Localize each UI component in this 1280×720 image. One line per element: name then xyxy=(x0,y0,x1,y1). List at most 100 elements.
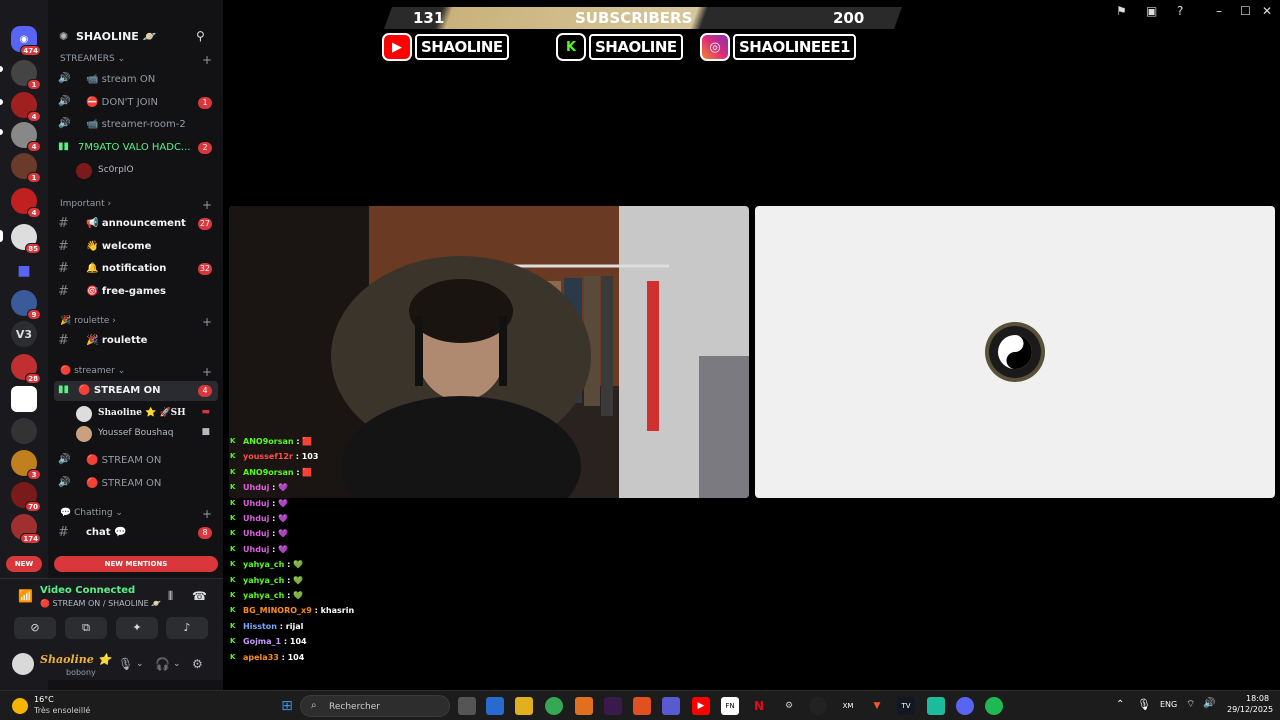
brave-icon[interactable]: ▼ xyxy=(868,697,886,715)
home-button[interactable]: ◉ 474 xyxy=(11,26,41,56)
chevron-down-icon[interactable]: ⌄ xyxy=(173,659,181,669)
voice-status[interactable]: Video Connected xyxy=(40,585,135,596)
app-icon[interactable] xyxy=(575,697,593,715)
voice-channel-dont-join[interactable]: 🔊 ⛔ DON'T JOIN 1 xyxy=(54,93,218,113)
weather-sun-icon[interactable] xyxy=(12,698,28,714)
app-icon[interactable] xyxy=(604,697,622,715)
app-icon[interactable] xyxy=(633,697,651,715)
netflix-icon[interactable]: N xyxy=(750,697,768,715)
voice-channel-stream-on-2[interactable]: 🔊 🔴 STREAM ON xyxy=(54,451,218,471)
server-icon-shaoline[interactable]: 85 xyxy=(11,224,41,254)
text-channel-announcement[interactable]: # 📢 announcement 27 xyxy=(54,214,218,234)
minimize-icon[interactable]: – xyxy=(1216,4,1222,18)
server-header[interactable]: ✺ SHAOLINE 🪐 ⌄ ⚲ xyxy=(48,24,223,50)
app-icon[interactable]: ⚙ xyxy=(780,697,798,715)
task-view-icon[interactable] xyxy=(458,697,476,715)
signal-icon[interactable]: 📶 xyxy=(18,589,33,603)
category-streamers[interactable]: STREAMERS ⌄ xyxy=(60,54,125,68)
avatar[interactable] xyxy=(12,653,34,675)
headphones-icon[interactable]: 🎧 xyxy=(155,657,170,671)
add-channel-icon[interactable]: + xyxy=(202,53,212,67)
chevron-up-icon[interactable]: ⌃ xyxy=(1116,699,1124,710)
close-icon[interactable]: ✕ xyxy=(1262,4,1272,18)
taskbar-search[interactable]: ⌕ Rechercher xyxy=(300,695,450,717)
category-roulette[interactable]: 🎉 roulette › xyxy=(60,316,116,330)
microphone-icon[interactable]: 🎙 xyxy=(1137,698,1151,711)
disconnect-icon[interactable]: ☎ xyxy=(192,589,207,603)
text-channel-notification[interactable]: # 🔔 notification 32 xyxy=(54,259,218,279)
voice-member-youssef[interactable]: Youssef Boushaq ■ xyxy=(76,425,216,443)
server-icon[interactable] xyxy=(11,418,37,444)
flag-icon[interactable]: ⚑ xyxy=(1116,4,1127,18)
server-icon[interactable]: 174 xyxy=(11,514,41,544)
chrome-icon[interactable] xyxy=(545,697,563,715)
server-icon[interactable]: 1 xyxy=(11,60,41,90)
server-icon[interactable]: 1 xyxy=(11,153,41,183)
app-icon[interactable]: XM xyxy=(839,697,857,715)
inbox-icon[interactable]: ▣ xyxy=(1146,4,1157,18)
server-icon-v3[interactable]: V3 xyxy=(11,321,37,347)
tradingview-icon[interactable]: TV xyxy=(897,697,915,715)
maximize-icon[interactable]: ☐ xyxy=(1240,4,1251,18)
folder-icon[interactable]: ■ xyxy=(11,258,37,284)
screen-share-tile[interactable] xyxy=(755,206,1275,498)
voice-channel-valo[interactable]: ▮▮ 7M9ATO VALO HADC... 2 xyxy=(54,138,218,158)
server-icon[interactable]: 4 xyxy=(11,122,41,152)
add-channel-icon[interactable]: + xyxy=(202,198,212,212)
new-mentions-pill[interactable]: NEW MENTIONS xyxy=(54,556,218,572)
voice-channel-stream-on[interactable]: 🔊 📹 stream ON xyxy=(54,70,218,90)
voice-member-shaoline[interactable]: Shaoline ⭐ 🚀SH ▬ xyxy=(76,405,216,423)
voice-channel-stream-on-3[interactable]: 🔊 🔴 STREAM ON xyxy=(54,474,218,494)
camera-off-button[interactable]: ⊘ xyxy=(14,617,56,639)
youtube-icon[interactable]: ▶ xyxy=(692,697,710,715)
file-explorer-icon[interactable] xyxy=(515,697,533,715)
server-icon[interactable]: 4 xyxy=(11,188,41,218)
add-channel-icon[interactable]: + xyxy=(202,365,212,379)
voice-member[interactable]: Sc0rpIO xyxy=(76,162,216,180)
server-icon[interactable]: 9 xyxy=(11,290,41,320)
category-streamer[interactable]: 🔴 streamer ⌄ xyxy=(60,366,125,380)
wifi-icon[interactable]: ⌔ xyxy=(1186,698,1195,711)
server-icon[interactable]: 28 xyxy=(11,354,41,384)
server-icon[interactable] xyxy=(11,386,37,412)
voice-channel-path[interactable]: 🔴 STREAM ON / SHAOLINE 🪐 xyxy=(40,599,161,608)
chevron-down-icon[interactable]: ⌄ xyxy=(136,659,144,669)
noise-suppression-icon[interactable]: ⫴ xyxy=(168,589,173,604)
server-icon[interactable]: 4 xyxy=(11,92,41,122)
app-icon[interactable] xyxy=(809,697,827,715)
text-channel-free-games[interactable]: # 🎯 free-games xyxy=(54,282,218,302)
app-icon[interactable]: FN xyxy=(721,697,739,715)
voice-channel-streamer-room[interactable]: 🔊 📹 streamer-room-2 xyxy=(54,115,218,135)
server-icon[interactable]: 3 xyxy=(11,450,41,480)
discord-icon[interactable] xyxy=(956,697,974,715)
server-icon[interactable]: 70 xyxy=(11,482,41,512)
add-channel-icon[interactable]: + xyxy=(202,315,212,329)
windows-start-icon[interactable]: ⊞ xyxy=(278,697,296,715)
clock-date[interactable]: 29/12/2025 xyxy=(1227,705,1273,714)
screen-share-button[interactable]: ⧉ xyxy=(65,617,107,639)
copilot-icon[interactable] xyxy=(486,697,504,715)
text-channel-chat[interactable]: # chat 💬 8 xyxy=(54,523,218,543)
weather-desc[interactable]: Très ensoleillé xyxy=(34,706,90,715)
new-pill[interactable]: NEW xyxy=(6,556,42,572)
category-important[interactable]: Important › xyxy=(60,199,111,213)
spotify-icon[interactable] xyxy=(985,697,1003,715)
settings-gear-icon[interactable]: ⚙ xyxy=(192,657,203,671)
soundboard-button[interactable]: ♪ xyxy=(166,617,208,639)
microphone-icon[interactable]: 🎙 xyxy=(118,657,133,671)
clock-time[interactable]: 18:08 xyxy=(1246,694,1269,703)
text-channel-welcome[interactable]: # 👋 welcome xyxy=(54,237,218,257)
activities-button[interactable]: ✦ xyxy=(116,617,158,639)
text-channel-roulette[interactable]: # 🎉 roulette xyxy=(54,331,218,351)
username[interactable]: Shaoline ⭐ xyxy=(40,653,111,666)
weather-temp[interactable]: 16°C xyxy=(34,695,54,704)
volume-icon[interactable]: 🔊 xyxy=(1203,698,1215,709)
category-chatting[interactable]: 💬 Chatting ⌄ xyxy=(60,508,123,522)
teams-icon[interactable] xyxy=(662,697,680,715)
app-icon[interactable] xyxy=(927,697,945,715)
language-indicator[interactable]: ENG xyxy=(1160,700,1177,709)
add-channel-icon[interactable]: + xyxy=(202,507,212,521)
voice-channel-stream-on-active[interactable]: ▮▮ 🔴 STREAM ON 4 xyxy=(54,381,218,401)
help-icon[interactable]: ? xyxy=(1177,4,1183,18)
invite-icon[interactable]: ⚲ xyxy=(196,29,205,43)
